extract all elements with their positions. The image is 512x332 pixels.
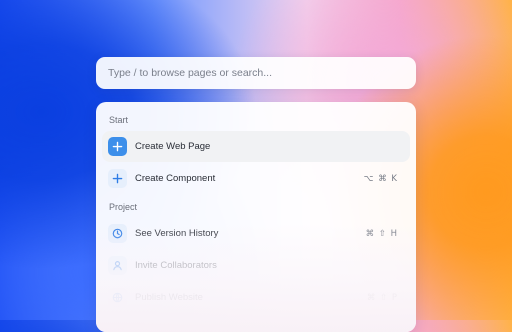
keyboard-shortcut: ⌥ ⌘ K bbox=[363, 173, 398, 184]
command-publish-website[interactable]: Publish Website ⌘ ⇧ P bbox=[102, 282, 410, 313]
command-invite-collaborators[interactable]: Invite Collaborators bbox=[102, 250, 410, 281]
globe-icon bbox=[108, 288, 127, 307]
clock-icon bbox=[108, 224, 127, 243]
command-see-version-history[interactable]: See Version History ⌘ ⇧ H bbox=[102, 218, 410, 249]
command-create-web-page[interactable]: Create Web Page bbox=[102, 131, 410, 162]
command-search-bar[interactable] bbox=[96, 57, 416, 89]
command-label: Create Component bbox=[135, 173, 216, 184]
command-palette: Start Create Web Page Create Component ⌥… bbox=[96, 102, 416, 332]
keyboard-shortcut: ⌘ ⇧ H bbox=[365, 228, 398, 239]
command-label: Invite Collaborators bbox=[135, 260, 217, 271]
section-heading-start: Start bbox=[109, 115, 129, 125]
command-label: Publish Website bbox=[135, 292, 203, 303]
command-label: See Version History bbox=[135, 228, 219, 239]
keyboard-shortcut: ⌘ ⇧ P bbox=[366, 292, 398, 303]
plus-icon bbox=[108, 169, 127, 188]
search-input[interactable] bbox=[106, 66, 406, 80]
user-icon bbox=[108, 256, 127, 275]
desktop-background: Start Create Web Page Create Component ⌥… bbox=[0, 0, 512, 332]
command-create-component[interactable]: Create Component ⌥ ⌘ K bbox=[102, 163, 410, 194]
command-label: Create Web Page bbox=[135, 141, 211, 152]
plus-icon bbox=[108, 137, 127, 156]
section-heading-project: Project bbox=[109, 202, 138, 212]
